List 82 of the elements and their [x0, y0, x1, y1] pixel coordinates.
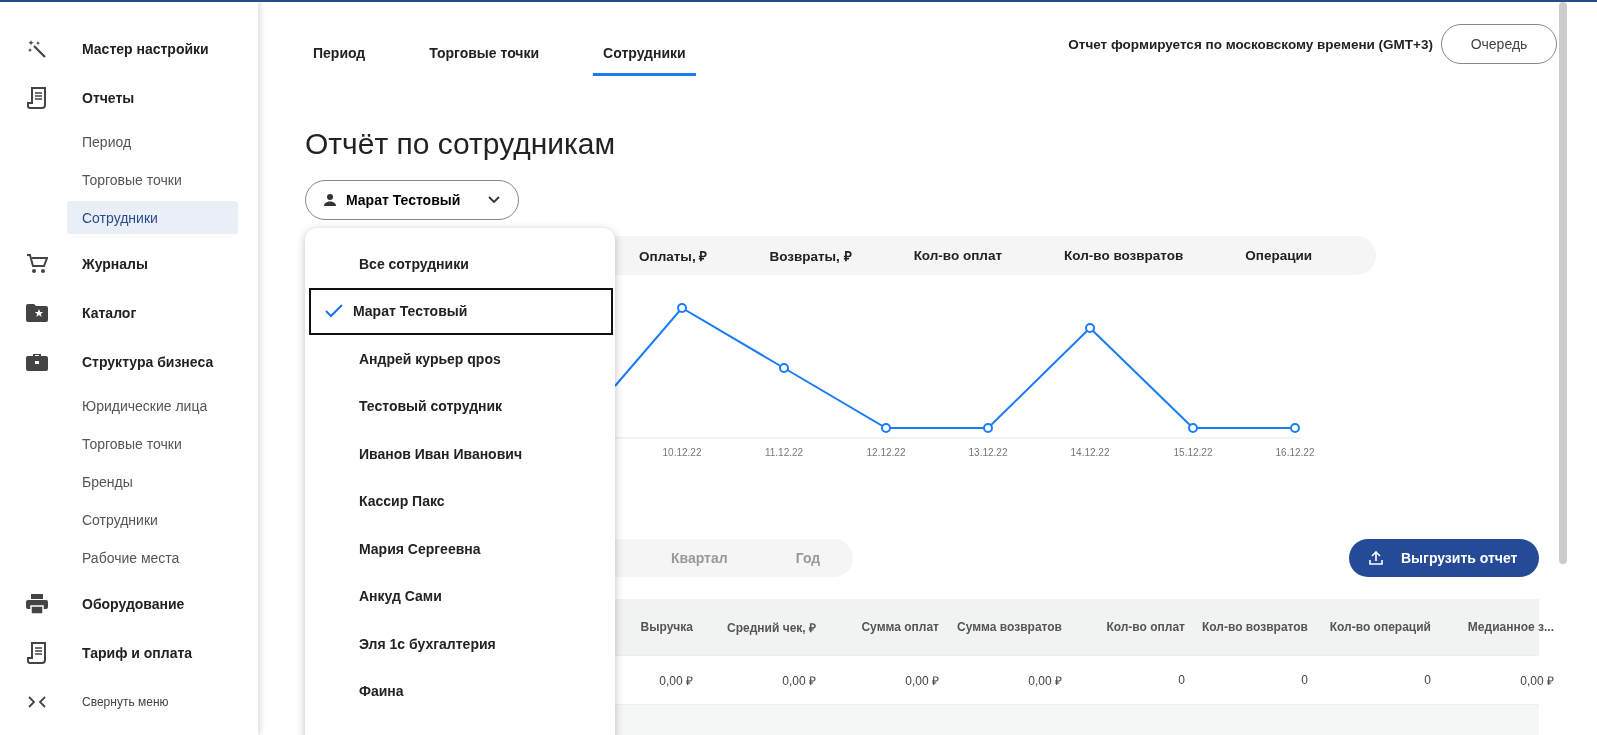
tab[interactable]: Торговые точки: [419, 2, 550, 76]
timezone-note: Отчет формируется по московскому времени (GMT+3): [1068, 36, 1433, 52]
scrollbar[interactable]: [1559, 2, 1567, 564]
data-point: [1290, 423, 1300, 433]
column-header[interactable]: Средний чек, ₽: [705, 618, 828, 636]
axis-label: 16.12.22: [1275, 447, 1315, 458]
data-point: [779, 363, 789, 373]
sidebar-subitem[interactable]: Рабочие места: [67, 541, 238, 574]
data-point: [983, 423, 993, 433]
export-button[interactable]: Выгрузить отчет: [1349, 539, 1539, 577]
sidebar-subitem[interactable]: Торговые точки: [67, 163, 238, 196]
sidebar-item[interactable]: Мастер настройки: [0, 24, 258, 73]
chevron-down-icon: [488, 196, 500, 204]
dropdown-option[interactable]: Тестовый сотрудник: [309, 382, 613, 430]
folder-star-icon: [26, 303, 48, 322]
dropdown-option[interactable]: Фаина: [309, 667, 613, 715]
axis-label: 13.12.22: [968, 447, 1008, 458]
data-point: [677, 303, 687, 313]
upload-icon: [1369, 551, 1383, 565]
check-icon: [325, 304, 343, 319]
data-point: [1188, 423, 1198, 433]
axis-label: 11.12.22: [764, 447, 804, 458]
sidebar-item[interactable]: Каталог: [0, 288, 258, 337]
data-point: [881, 423, 891, 433]
sidebar-subitem[interactable]: Сотрудники: [67, 503, 238, 536]
column-header[interactable]: Сумма оплат: [828, 620, 951, 634]
sidebar-item[interactable]: Оборудование: [0, 579, 258, 628]
table-cell-text: 0: [1423, 673, 1432, 687]
dropdown-option[interactable]: Марат Тестовый: [309, 287, 613, 335]
axis-label: 14.12.22: [1070, 447, 1110, 458]
axis-label: 10.12.22: [662, 447, 702, 458]
metric-tab[interactable]: Операции: [1245, 248, 1313, 263]
metric-tab[interactable]: Возвраты, ₽: [769, 246, 852, 265]
sidebar-subitem[interactable]: Юридические лица: [67, 389, 238, 422]
dropdown-option[interactable]: Иванов Иван Иванович: [309, 430, 613, 478]
receipt-icon: [27, 641, 47, 664]
column-header[interactable]: Кол-во возвратов: [1197, 620, 1320, 634]
sidebar-subitem[interactable]: Период: [67, 125, 238, 158]
axis-label: 12.12.22: [866, 447, 906, 458]
employee-select[interactable]: Марат Тестовый: [305, 180, 519, 220]
column-header[interactable]: Кол-во оплат: [1074, 620, 1197, 634]
collapse-menu-button[interactable]: Свернуть меню: [0, 677, 258, 726]
dropdown-option[interactable]: Эля 1с бухгалтерия: [309, 620, 613, 668]
sidebar-subitem[interactable]: Бренды: [67, 465, 238, 498]
table-cell-text: 0: [1177, 673, 1186, 687]
collapse-icon: [28, 695, 46, 708]
table-cell-text: 0,00 ₽: [658, 672, 694, 689]
receipt-icon: [27, 86, 47, 109]
table-cell-text: 0: [1300, 673, 1309, 687]
cart-icon: [26, 253, 48, 274]
sidebar-item[interactable]: Отчеты: [0, 73, 258, 122]
sidebar-subitem[interactable]: Сотрудники: [67, 201, 238, 234]
table-cell-text: 0,00 ₽: [1519, 672, 1555, 689]
metric-tab[interactable]: Оплаты, ₽: [639, 246, 708, 265]
magic-wand-icon: [27, 38, 47, 59]
page-title: Отчёт по сотрудникам: [305, 126, 617, 162]
metric-tab[interactable]: Кол-во возвратов: [1064, 248, 1184, 263]
sidebar-subitem[interactable]: Торговые точки: [67, 427, 238, 460]
dropdown-option[interactable]: Анкуд Сами: [309, 572, 613, 620]
dropdown-option[interactable]: Кассир Пакс: [309, 477, 613, 525]
sidebar-item[interactable]: Журналы: [0, 239, 258, 288]
column-header[interactable]: Сумма возвратов: [951, 620, 1074, 634]
person-icon: [324, 194, 336, 206]
queue-button[interactable]: Очередь: [1441, 24, 1557, 64]
column-header[interactable]: Кол-во операций: [1320, 620, 1443, 634]
data-point: [1085, 323, 1095, 333]
axis-label: 15.12.22: [1173, 447, 1213, 458]
sidebar-item[interactable]: Тариф и оплата: [0, 628, 258, 677]
dropdown-option[interactable]: Мария Сергеевна: [309, 525, 613, 573]
column-header[interactable]: Выручка: [615, 620, 705, 634]
briefcase-icon: [26, 352, 48, 371]
dropdown-option[interactable]: Андрей курьер qpos: [309, 335, 613, 383]
metric-tab[interactable]: Кол-во оплат: [913, 248, 1003, 263]
tab[interactable]: Период: [305, 2, 376, 76]
dropdown-option[interactable]: Все сотрудники: [309, 240, 613, 288]
tab[interactable]: Сотрудники: [593, 2, 696, 76]
sidebar-item[interactable]: Структура бизнеса: [0, 337, 258, 386]
column-header[interactable]: Медианное з...: [1443, 620, 1566, 634]
table-cell-text: 0,00 ₽: [904, 672, 940, 689]
printer-icon: [26, 593, 48, 614]
table-cell-text: 0,00 ₽: [1027, 672, 1063, 689]
table-cell-text: 0,00 ₽: [781, 672, 817, 689]
